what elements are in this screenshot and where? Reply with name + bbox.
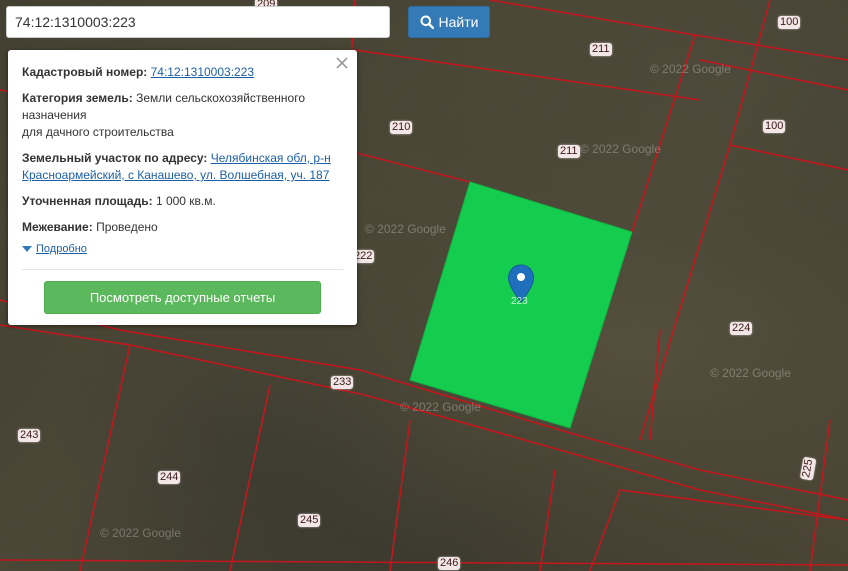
parcel-info-popup: Кадастровый номер: 74:12:1310003:223 Кат… (8, 50, 357, 325)
survey-label: Межевание: (22, 220, 93, 234)
parcel-label[interactable]: 245 (298, 514, 321, 527)
address-row: Земельный участок по адресу: Челябинская… (22, 150, 343, 184)
view-reports-button[interactable]: Посмотреть доступные отчеты (44, 281, 321, 314)
close-icon[interactable] (335, 56, 349, 70)
map-watermark: © 2022 Google (400, 400, 481, 414)
map-watermark: © 2022 Google (580, 142, 661, 156)
search-button[interactable]: Найти (408, 6, 490, 38)
address-link[interactable]: Красноармейский, с Канашево, ул. Волшебн… (22, 168, 329, 182)
land-category-label: Категория земель: (22, 91, 133, 105)
parcel-label[interactable]: 210 (390, 121, 413, 134)
details-link[interactable]: Подробно (36, 243, 87, 255)
parcel-label[interactable]: 100 (778, 16, 801, 29)
area-value: 1 000 кв.м. (155, 194, 216, 208)
survey-row: Межевание: Проведено (22, 219, 343, 236)
parcel-label[interactable]: 224 (730, 322, 753, 335)
survey-value: Проведено (96, 220, 158, 234)
address-label: Земельный участок по адресу: (22, 151, 208, 165)
land-category-row: Категория земель: Земли сельскохозяйстве… (22, 90, 343, 141)
cadastral-number-link[interactable]: 74:12:1310003:223 (151, 65, 254, 79)
search-icon (420, 15, 434, 29)
parcel-label[interactable]: 100 (763, 120, 786, 133)
cadastral-number-label: Кадастровый номер: (22, 65, 148, 79)
parcel-label[interactable]: 233 (331, 376, 354, 389)
land-category-value: Земли сельскохозяйственного (136, 91, 306, 105)
parcel-label[interactable]: 243 (18, 429, 41, 442)
parcel-label[interactable]: 244 (158, 471, 181, 484)
address-link[interactable]: Челябинская обл, р-н (211, 151, 331, 165)
map-watermark: © 2022 Google (710, 366, 791, 380)
parcel-label[interactable]: 211 (558, 145, 580, 158)
chevron-down-icon (22, 246, 32, 252)
divider (22, 269, 343, 270)
parcel-label[interactable]: 211 (590, 43, 612, 56)
map-watermark: © 2022 Google (365, 222, 446, 236)
cadastral-search-input[interactable] (6, 6, 390, 38)
area-row: Уточненная площадь: 1 000 кв.м. (22, 193, 343, 210)
details-toggle[interactable]: Подробно (22, 243, 343, 255)
area-label: Уточненная площадь: (22, 194, 153, 208)
land-use-value: для дачного строительства (22, 125, 174, 139)
location-marker[interactable]: 223 (507, 264, 535, 312)
search-button-label: Найти (438, 14, 479, 30)
map-watermark: © 2022 Google (100, 526, 181, 540)
map-watermark: © 2022 Google (650, 62, 731, 76)
parcel-label[interactable]: 246 (438, 557, 461, 570)
cadastral-number-row: Кадастровый номер: 74:12:1310003:223 (22, 64, 343, 81)
land-category-value: назначения (22, 108, 87, 122)
marker-label: 223 (511, 296, 528, 307)
